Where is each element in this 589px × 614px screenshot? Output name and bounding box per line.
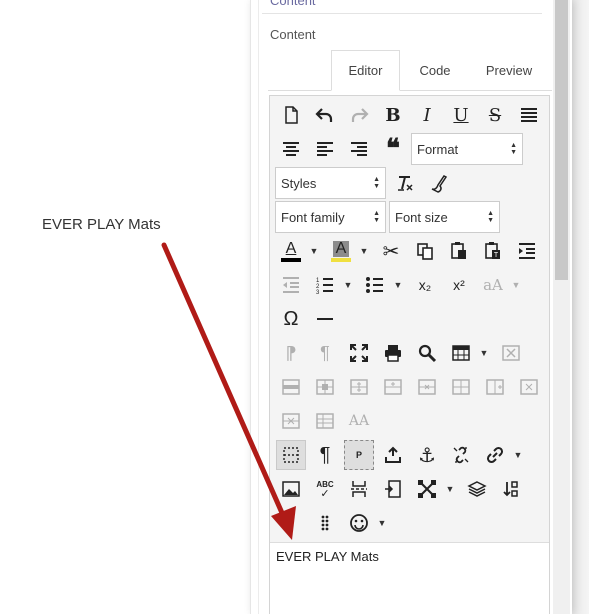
annotation-label: EVER PLAY Mats <box>42 216 161 233</box>
section-divider <box>262 13 542 14</box>
numbered-list-icon[interactable]: 123 <box>310 270 340 300</box>
horizontal-line-icon[interactable] <box>310 304 340 334</box>
font-family-select[interactable]: Font family ▲ ▼ <box>275 201 386 233</box>
redo-icon[interactable] <box>344 100 374 130</box>
table-delete-row-icon[interactable] <box>412 372 442 402</box>
bootstrap-icon[interactable] <box>412 474 442 504</box>
format-painter-icon[interactable] <box>424 168 454 198</box>
chevron-down-icon[interactable]: ▼ <box>377 508 387 538</box>
template-icon[interactable] <box>378 474 408 504</box>
format-select[interactable]: Format ▲ ▼ <box>411 133 523 165</box>
chevron-down-icon[interactable]: ▼ <box>359 236 369 266</box>
panel-shadow <box>572 0 589 614</box>
visual-paragraph-icon[interactable]: P <box>344 440 374 470</box>
chevron-updown-icon: ▲ ▼ <box>373 210 380 224</box>
sort-icon[interactable] <box>496 474 526 504</box>
italic-icon[interactable]: I <box>412 100 442 130</box>
chevron-updown-icon: ▲ ▼ <box>487 210 494 224</box>
clear-formatting-icon[interactable] <box>390 168 420 198</box>
link-icon[interactable] <box>480 440 510 470</box>
subscript-icon[interactable]: x₂ <box>410 270 440 300</box>
chevron-down-icon[interactable]: ▼ <box>343 270 353 300</box>
anchor-icon[interactable]: ⚓ <box>412 440 442 470</box>
insert-after-icon[interactable] <box>378 440 408 470</box>
styles-select[interactable]: Styles ▲ ▼ <box>275 167 386 199</box>
svg-text:T: T <box>494 252 499 259</box>
table-props-icon[interactable] <box>310 406 340 436</box>
search-icon[interactable] <box>412 338 442 368</box>
tab-code[interactable]: Code <box>404 50 466 91</box>
table-insert-row-before-icon[interactable] <box>378 372 408 402</box>
emoticons-icon[interactable] <box>344 508 374 538</box>
font-size-select-label: Font size <box>395 209 448 225</box>
table-insert-col-after-icon[interactable] <box>480 372 510 402</box>
paste-text-icon[interactable]: T <box>478 236 508 266</box>
section-heading: Content <box>270 27 316 42</box>
layers-icon[interactable] <box>462 474 492 504</box>
show-invisibles-icon[interactable]: ¶ <box>310 440 340 470</box>
font-size-select[interactable]: Font size ▲ ▼ <box>389 201 500 233</box>
table-cell-props-icon[interactable] <box>276 372 306 402</box>
print-icon[interactable] <box>378 338 408 368</box>
table-icon[interactable] <box>446 338 476 368</box>
strikethrough-icon[interactable]: S <box>480 100 510 130</box>
font-family-select-label: Font family <box>281 209 345 225</box>
chevron-down-icon[interactable]: ▼ <box>513 440 523 470</box>
superscript-icon[interactable]: x² <box>444 270 474 300</box>
table-merge-cells-icon[interactable] <box>310 372 340 402</box>
paste-icon[interactable] <box>444 236 474 266</box>
spellcheck-icon[interactable]: ABC ✓ <box>310 474 340 504</box>
drag-handle-icon[interactable] <box>310 508 340 538</box>
align-center-icon[interactable] <box>276 134 306 164</box>
underline-icon[interactable]: U <box>446 100 476 130</box>
svg-text:3: 3 <box>316 290 320 295</box>
chevron-down-icon[interactable]: ▼ <box>479 338 489 368</box>
ltr-icon[interactable]: ⁋ <box>276 338 306 368</box>
undo-icon[interactable] <box>310 100 340 130</box>
table-insert-col-before-icon[interactable] <box>446 372 476 402</box>
align-justify-icon[interactable] <box>514 100 544 130</box>
bullet-list-icon[interactable] <box>360 270 390 300</box>
blockquote-icon[interactable]: ❝ <box>378 134 408 164</box>
chevron-down-icon[interactable]: ▼ <box>309 236 319 266</box>
visual-blocks-icon[interactable] <box>276 440 306 470</box>
indent-icon[interactable] <box>512 236 542 266</box>
new-document-icon[interactable] <box>276 100 306 130</box>
font-case-icon[interactable]: aA <box>478 270 508 300</box>
styles-select-label: Styles <box>281 175 317 191</box>
delete-table-icon[interactable] <box>496 338 526 368</box>
tab-editor[interactable]: Editor <box>331 50 400 91</box>
fullscreen-icon[interactable] <box>344 338 374 368</box>
rtl-icon[interactable]: ¶ <box>310 338 340 368</box>
panel-divider <box>258 0 259 614</box>
change-case-icon[interactable]: AA <box>344 406 374 436</box>
chevron-down-icon[interactable]: ▼ <box>511 270 521 300</box>
copy-icon[interactable] <box>410 236 440 266</box>
text-color-icon[interactable]: A <box>276 236 306 266</box>
bold-icon[interactable]: B <box>378 100 408 130</box>
table-split-cell-icon[interactable] <box>344 372 374 402</box>
align-right-icon[interactable] <box>344 134 374 164</box>
special-character-icon[interactable]: Ω <box>276 304 306 334</box>
table-row-props-icon[interactable] <box>276 406 306 436</box>
panel-scrollbar-thumb[interactable] <box>555 0 568 280</box>
outdent-icon[interactable] <box>276 270 306 300</box>
chevron-updown-icon: ▲ ▼ <box>510 142 517 156</box>
editor-content-text[interactable]: EVER PLAY Mats <box>276 549 379 564</box>
chevron-down-icon[interactable]: ▼ <box>445 474 455 504</box>
section-heading-top: Content <box>270 0 316 8</box>
tab-preview[interactable]: Preview <box>478 50 540 91</box>
image-icon[interactable] <box>276 474 306 504</box>
chevron-down-icon[interactable]: ▼ <box>393 270 403 300</box>
align-left-icon[interactable] <box>310 134 340 164</box>
cut-icon[interactable]: ✂ <box>376 236 406 266</box>
page-break-icon[interactable] <box>344 474 374 504</box>
chevron-updown-icon: ▲ ▼ <box>373 176 380 190</box>
table-delete-col-icon[interactable] <box>514 372 544 402</box>
screenshot-stage: EVER PLAY Mats Content Content Editor Co… <box>0 0 589 614</box>
unlink-icon[interactable] <box>446 440 476 470</box>
background-color-icon[interactable]: A <box>326 236 356 266</box>
format-select-label: Format <box>417 141 459 157</box>
